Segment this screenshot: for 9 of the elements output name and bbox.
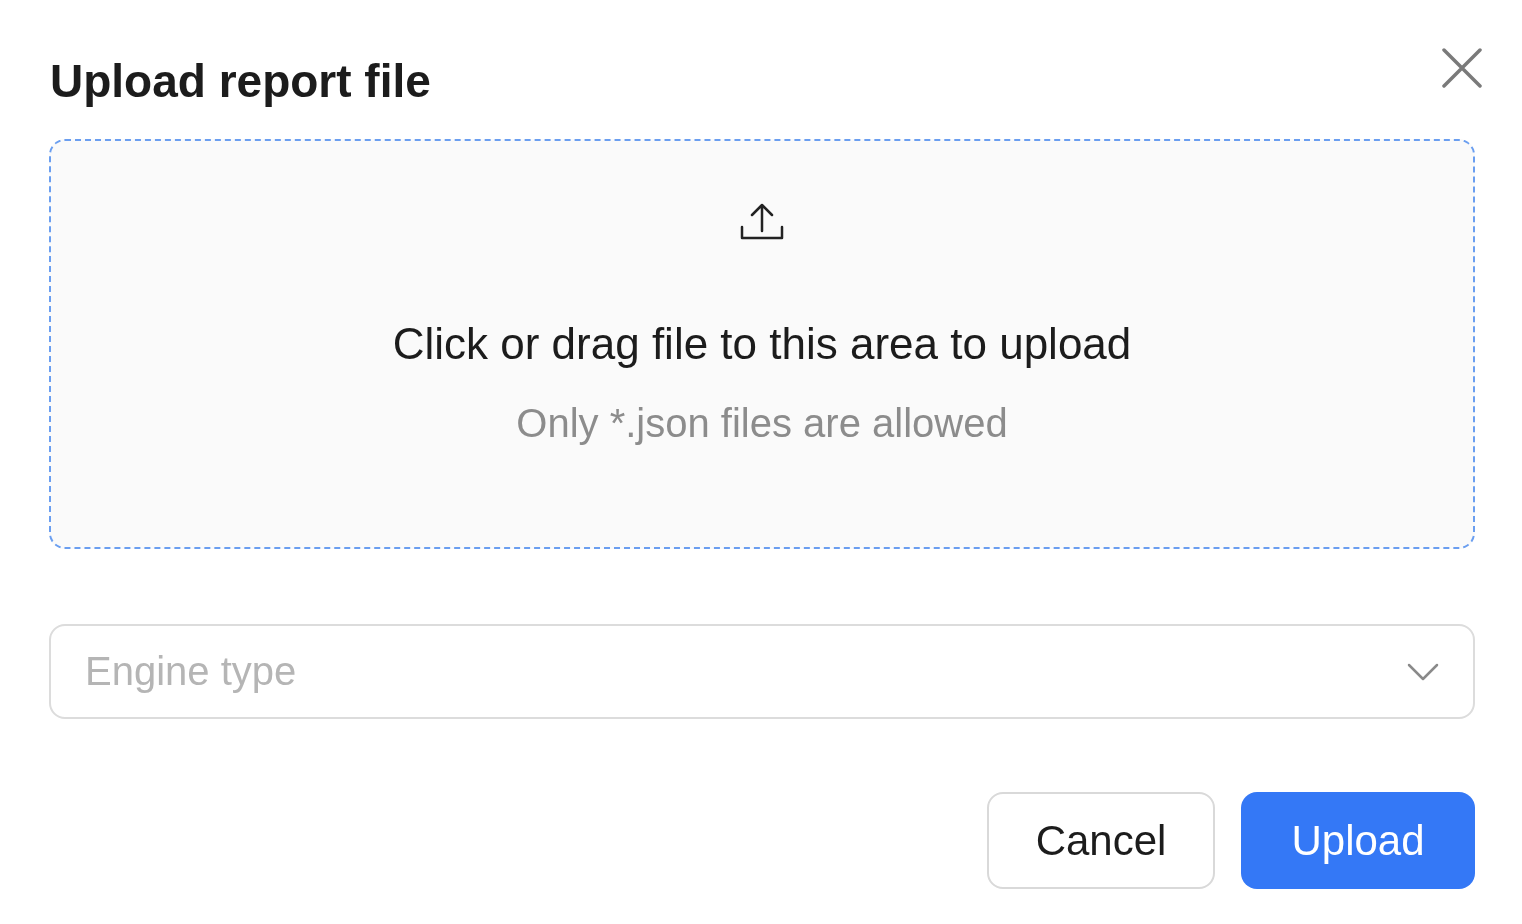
upload-dropzone[interactable]: Click or drag file to this area to upload Only *.json files are allowed <box>49 139 1475 549</box>
chevron-down-icon <box>1407 661 1439 682</box>
cancel-button[interactable]: Cancel <box>987 792 1215 889</box>
upload-icon <box>740 203 784 241</box>
dropzone-hint: Only *.json files are allowed <box>516 401 1008 446</box>
close-icon[interactable] <box>1442 48 1482 88</box>
dialog-title: Upload report file <box>50 54 431 108</box>
upload-button[interactable]: Upload <box>1241 792 1475 889</box>
dropzone-text: Click or drag file to this area to upload <box>392 319 1132 369</box>
